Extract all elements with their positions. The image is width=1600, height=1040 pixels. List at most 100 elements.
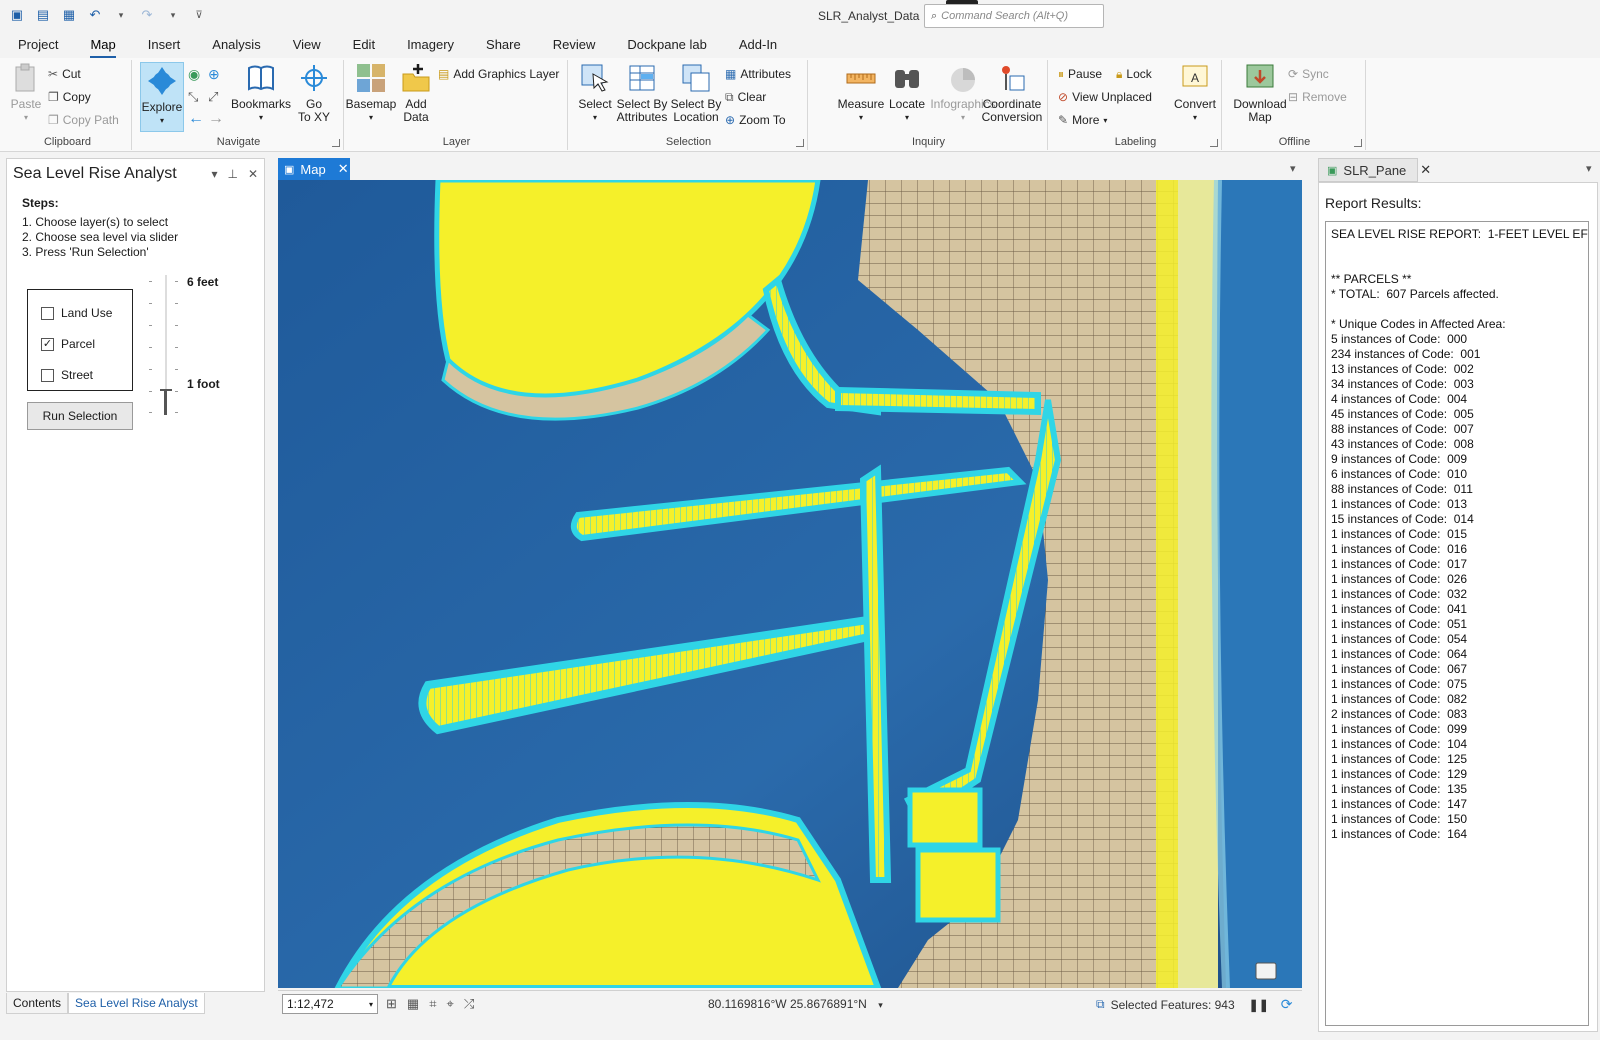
explore-label: Explore bbox=[141, 100, 183, 114]
tab-map[interactable]: Map bbox=[90, 34, 116, 58]
full-extent-button[interactable]: ◉ bbox=[188, 64, 200, 84]
report-results-textbox[interactable]: SEA LEVEL RISE REPORT: 1-FEET LEVEL EFFE… bbox=[1325, 221, 1589, 1026]
canal-strip-4 bbox=[835, 386, 1041, 416]
fixed-zoom-out-button[interactable]: ⤢ bbox=[208, 87, 218, 107]
tab-analysis[interactable]: Analysis bbox=[212, 34, 260, 58]
redo-icon[interactable]: ↷ bbox=[138, 7, 156, 23]
new-project-icon[interactable]: ▣ bbox=[8, 7, 26, 23]
report-line: ** PARCELS ** bbox=[1331, 272, 1412, 286]
map-view[interactable] bbox=[278, 180, 1302, 988]
chevron-down-icon: ▾ bbox=[368, 999, 373, 1009]
fixed-zoom-in-button[interactable]: ⤡ bbox=[188, 87, 198, 107]
select-by-location-button[interactable]: Select By Location bbox=[670, 62, 722, 124]
chevron-down-icon[interactable]: ▾ bbox=[878, 1000, 883, 1010]
add-graphics-layer-button[interactable]: ▤ Add Graphics Layer bbox=[438, 64, 559, 84]
tab-add-in[interactable]: Add-In bbox=[739, 34, 777, 58]
tab-contents[interactable]: Contents bbox=[6, 993, 69, 1014]
zoom-layer-button[interactable]: ⊕ bbox=[208, 64, 220, 84]
close-icon[interactable]: ✕ bbox=[248, 167, 258, 181]
download-map-button[interactable]: Download Map bbox=[1230, 62, 1290, 124]
parcel-checkbox[interactable]: ✓ Parcel bbox=[41, 337, 95, 351]
refresh-icon[interactable]: ⟳ bbox=[1281, 996, 1293, 1013]
sea-level-slider[interactable]: 6 feet 1 foot bbox=[147, 275, 237, 420]
report-line: 1 instances of Code: 075 bbox=[1331, 677, 1468, 691]
convert-button[interactable]: A Convert ▾ bbox=[1172, 62, 1218, 124]
save-project-icon[interactable]: ▦ bbox=[60, 7, 78, 23]
measure-button[interactable]: Measure ▾ bbox=[836, 62, 886, 124]
tab-edit[interactable]: Edit bbox=[353, 34, 375, 58]
tab-view[interactable]: View bbox=[293, 34, 321, 58]
offline-launcher-icon[interactable] bbox=[1354, 139, 1362, 147]
tab-dockpane-lab[interactable]: Dockpane lab bbox=[627, 34, 707, 58]
copy-path-button[interactable]: ❐ Copy Path bbox=[48, 110, 119, 130]
locate-button[interactable]: Locate ▾ bbox=[886, 62, 928, 124]
open-project-icon[interactable]: ▤ bbox=[34, 7, 52, 23]
close-icon[interactable]: ✕ bbox=[338, 161, 349, 177]
checkbox-box[interactable] bbox=[41, 368, 54, 382]
tab-sea-level-rise-analyst[interactable]: Sea Level Rise Analyst bbox=[68, 993, 205, 1014]
snapping-icon[interactable]: ⌗ bbox=[429, 996, 436, 1012]
views-dropdown-icon[interactable]: ▾ bbox=[1290, 162, 1296, 175]
select-button[interactable]: Select ▾ bbox=[576, 62, 614, 124]
lock-labels-button[interactable]: 🔒︎ Lock bbox=[1116, 64, 1152, 84]
explore-button[interactable]: Explore ▾ bbox=[140, 62, 184, 132]
next-extent-button[interactable]: → bbox=[208, 109, 224, 129]
basemap-button[interactable]: Basemap ▾ bbox=[346, 62, 396, 124]
pane-options-icon[interactable]: ▾ bbox=[211, 167, 217, 181]
pause-labeling-button[interactable]: ⏸ Pause bbox=[1058, 64, 1102, 84]
zoom-to-selection-button[interactable]: ⊕ Zoom To bbox=[725, 110, 786, 130]
scale-selector[interactable]: 1:12,472 ▾ bbox=[282, 994, 378, 1014]
cut-button[interactable]: ✂ Cut bbox=[48, 64, 81, 84]
tab-insert[interactable]: Insert bbox=[148, 34, 181, 58]
add-data-button[interactable]: Add Data bbox=[396, 62, 436, 124]
tab-imagery[interactable]: Imagery bbox=[407, 34, 454, 58]
map-notes-icon[interactable] bbox=[1255, 962, 1277, 980]
pane-dropdown-icon[interactable]: ▾ bbox=[1586, 162, 1592, 175]
remove-button[interactable]: ⊟ Remove bbox=[1288, 87, 1347, 107]
previous-extent-button[interactable]: ← bbox=[188, 109, 204, 129]
pin-icon[interactable]: ⊥ bbox=[227, 167, 237, 181]
command-search-input[interactable]: ⌕ Command Search (Alt+Q) bbox=[924, 4, 1104, 28]
labeling-launcher-icon[interactable] bbox=[1210, 139, 1218, 147]
map-canvas[interactable] bbox=[278, 180, 1302, 988]
crosshair-icon[interactable]: ⌖ bbox=[447, 996, 454, 1012]
view-unplaced-button[interactable]: ⊘ View Unplaced bbox=[1058, 87, 1152, 107]
coordinate-conversion-button[interactable]: Coordinate Conversion bbox=[980, 62, 1044, 124]
tab-share[interactable]: Share bbox=[486, 34, 521, 58]
select-by-attributes-button[interactable]: Select By Attributes bbox=[614, 62, 670, 124]
copy-button[interactable]: ❐ Copy bbox=[48, 87, 91, 107]
checkbox-box-checked[interactable]: ✓ bbox=[41, 337, 54, 351]
run-selection-button[interactable]: Run Selection bbox=[27, 402, 133, 430]
step-3: 3. Press 'Run Selection' bbox=[22, 245, 149, 259]
sync-button[interactable]: ⟳ Sync bbox=[1288, 64, 1329, 84]
rotation-icon[interactable]: ⤮ bbox=[464, 996, 474, 1012]
paste-button[interactable]: Paste ▾ bbox=[8, 62, 44, 124]
report-line: 5 instances of Code: 000 bbox=[1331, 332, 1468, 346]
land-use-checkbox[interactable]: Land Use bbox=[41, 306, 112, 320]
selection-launcher-icon[interactable] bbox=[796, 139, 804, 147]
checkbox-box[interactable] bbox=[41, 306, 54, 320]
street-checkbox[interactable]: Street bbox=[41, 368, 93, 382]
clear-selection-button[interactable]: ⧉ Clear bbox=[725, 87, 766, 107]
tab-review[interactable]: Review bbox=[553, 34, 596, 58]
customize-qat-icon[interactable]: ⊽ bbox=[190, 7, 208, 23]
close-icon[interactable]: ✕ bbox=[1420, 162, 1431, 178]
navigate-launcher-icon[interactable] bbox=[332, 139, 340, 147]
redo-dropdown-icon[interactable]: ▾ bbox=[164, 7, 182, 23]
undo-icon[interactable]: ↶ bbox=[86, 7, 104, 23]
bookmarks-button[interactable]: Bookmarks ▾ bbox=[230, 62, 292, 124]
slr-pane-tab[interactable]: ▣ SLR_Pane ✕ bbox=[1318, 158, 1431, 182]
fixed-scale-icon[interactable]: ⊞ bbox=[386, 996, 397, 1012]
undo-dropdown-icon[interactable]: ▾ bbox=[112, 7, 130, 23]
tab-project[interactable]: Project bbox=[18, 34, 58, 58]
grid-icon[interactable]: ▦ bbox=[407, 996, 419, 1012]
attributes-button[interactable]: ▦ Attributes bbox=[725, 64, 791, 84]
layer-group: Basemap ▾ Add Data ▤ Add Graphics Layer … bbox=[346, 60, 568, 150]
go-to-xy-button[interactable]: Go To XY bbox=[294, 62, 334, 124]
pause-drawing-icon[interactable]: ❚❚ bbox=[1249, 998, 1269, 1012]
map-view-tab[interactable]: ▣ Map ✕ bbox=[278, 158, 350, 180]
view-unplaced-icon: ⊘ bbox=[1058, 90, 1069, 104]
select-by-location-label-2: Location bbox=[673, 110, 719, 124]
slider-thumb[interactable] bbox=[160, 389, 172, 415]
more-labeling-button[interactable]: ✎ More ▾ bbox=[1058, 110, 1107, 130]
